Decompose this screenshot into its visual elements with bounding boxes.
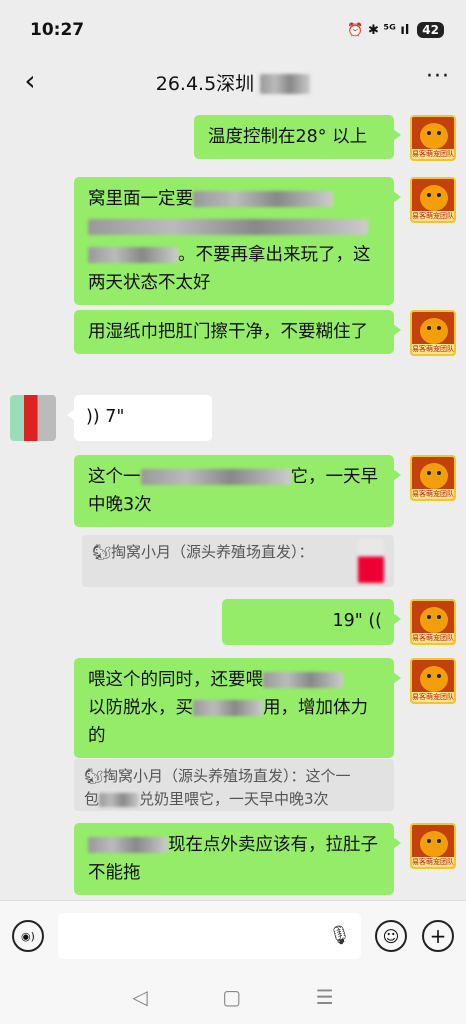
- home-nav-icon[interactable]: ▢: [222, 985, 241, 1009]
- message-bubble[interactable]: 现在点外卖应该有，拉肚子不能拖: [74, 823, 401, 895]
- emoji-icon: ☺: [382, 926, 400, 946]
- avatar[interactable]: 易客萌宠团队: [410, 115, 456, 161]
- voice-message[interactable]: 19" ((: [222, 599, 401, 645]
- back-button[interactable]: ‹: [14, 66, 46, 98]
- message-bubble[interactable]: 温度控制在28° 以上: [194, 115, 401, 159]
- avatar[interactable]: 易客萌宠团队: [410, 310, 456, 356]
- menu-nav-icon[interactable]: ☰: [316, 985, 334, 1009]
- chat-header: ‹ 26.4.5深圳 ···: [0, 60, 466, 104]
- battery-icon: 42: [417, 22, 444, 38]
- message-bubble[interactable]: 喂这个的同时，还要喂 以防脱水，买 用，增加体力的: [74, 658, 401, 758]
- system-navigation: ◁ ▢ ☰: [0, 970, 466, 1024]
- message-input[interactable]: 🎙: [58, 913, 361, 959]
- voice-icon: ◉): [21, 929, 35, 943]
- avatar[interactable]: 易客萌宠团队: [410, 658, 456, 704]
- avatar[interactable]: [10, 395, 56, 441]
- redacted-block: [260, 74, 311, 94]
- message-list[interactable]: 温度控制在28° 以上 易客萌宠团队 窝里面一定要 。不要再拿出来玩了，这两天状…: [0, 105, 466, 900]
- voice-input-button[interactable]: ◉): [12, 920, 44, 952]
- status-icons: ⏰ ✱ ⁵ᴳ ıl 42: [347, 22, 444, 38]
- voice-wave-icon: ((: [368, 611, 382, 631]
- chat-title: 26.4.5深圳: [156, 69, 311, 96]
- status-bar: 10:27 ⏰ ✱ ⁵ᴳ ıl 42: [0, 0, 466, 60]
- message-bubble[interactable]: 用湿纸巾把肛门擦干净，不要糊住了: [74, 310, 401, 354]
- clock: 10:27: [30, 20, 85, 40]
- avatar[interactable]: 易客萌宠团队: [410, 177, 456, 223]
- voice-wave-icon: )): [86, 407, 106, 427]
- avatar[interactable]: 易客萌宠团队: [410, 455, 456, 501]
- more-options-button[interactable]: ···: [426, 64, 450, 89]
- avatar[interactable]: 易客萌宠团队: [410, 823, 456, 869]
- input-bar: ◉) 🎙 ☺ +: [0, 900, 466, 970]
- quoted-message[interactable]: 🐿掏窝小月（源头养殖场直发）：: [82, 535, 394, 587]
- microphone-icon[interactable]: 🎙: [328, 925, 351, 946]
- back-nav-icon[interactable]: ◁: [132, 985, 147, 1009]
- avatar[interactable]: 易客萌宠团队: [410, 599, 456, 645]
- status-glyphs: ⏰ ✱ ⁵ᴳ ıl: [347, 22, 410, 38]
- quoted-message[interactable]: 🐿掏窝小月（源头养殖场直发）：这个一 包兑奶里喂它，一天早中晚3次: [74, 759, 394, 811]
- message-bubble[interactable]: 这个一 它，一天早中晚3次: [74, 455, 401, 527]
- voice-message[interactable]: )) 7": [67, 395, 212, 441]
- message-bubble[interactable]: 窝里面一定要 。不要再拿出来玩了，这两天状态不太好: [74, 177, 401, 305]
- plus-icon: +: [429, 924, 447, 948]
- emoji-button[interactable]: ☺: [375, 920, 407, 952]
- plus-button[interactable]: +: [422, 920, 454, 952]
